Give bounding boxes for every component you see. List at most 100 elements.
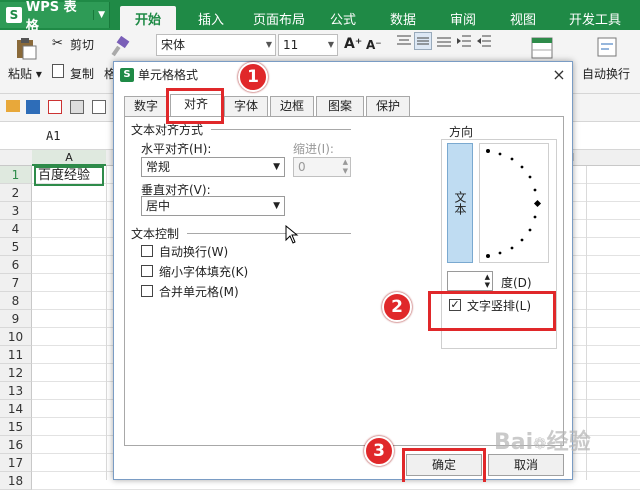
vertical-align-select[interactable]: 居中 ▼ <box>141 196 285 216</box>
tab-data[interactable]: 数据 <box>380 6 426 30</box>
row-header[interactable]: 12 <box>0 364 32 382</box>
row-header[interactable]: 13 <box>0 382 32 400</box>
tab-insert[interactable]: 插入 <box>186 6 236 30</box>
font-name-select[interactable]: 宋体 ▼ <box>156 34 276 56</box>
export-pdf-icon[interactable] <box>48 100 62 114</box>
row-header[interactable]: 14 <box>0 400 32 418</box>
decrease-font-icon[interactable]: A⁻ <box>366 38 382 52</box>
annotation-box-ok-button <box>402 448 486 482</box>
column-header-a[interactable]: A <box>32 150 106 166</box>
tab-protection[interactable]: 保护 <box>366 96 410 116</box>
annotation-box-alignment-tab <box>166 88 224 124</box>
tab-formulas[interactable]: 公式 <box>320 6 366 30</box>
orientation-group-label: 方向 <box>449 125 474 139</box>
horizontal-align-label: 水平对齐(H): <box>141 142 212 156</box>
row-header[interactable]: 11 <box>0 346 32 364</box>
chevron-down-icon: ▼ <box>93 10 109 20</box>
indent-label: 缩进(I): <box>293 142 334 156</box>
degree-label: 度(D) <box>501 276 532 290</box>
chevron-down-icon: ▼ <box>273 201 280 211</box>
row-header[interactable]: 7 <box>0 274 32 292</box>
orientation-dial[interactable] <box>479 143 549 263</box>
spinner-arrows-icon: ▲ ▼ <box>484 273 490 289</box>
annotation-step-3: 3 <box>364 436 394 466</box>
save-icon[interactable] <box>26 100 40 114</box>
cell-a1[interactable]: 百度经验 <box>34 166 104 186</box>
annotation-box-vertical-text <box>428 291 556 331</box>
merge-cells-checkbox[interactable] <box>141 285 153 297</box>
tab-pattern[interactable]: 图案 <box>316 96 364 116</box>
font-size-select[interactable]: 11 ▼ <box>278 34 338 56</box>
increase-font-icon[interactable]: A⁺ <box>344 36 362 52</box>
copy-button[interactable]: 复制 <box>70 65 94 82</box>
merge-center-icon[interactable] <box>530 36 554 60</box>
dialog-title: 单元格格式 <box>114 62 572 88</box>
wrap-text-label[interactable]: 自动换行(W) <box>159 243 228 260</box>
tab-number[interactable]: 数字 <box>124 96 168 116</box>
horizontal-align-select[interactable]: 常规 ▼ <box>141 157 285 177</box>
alignment-panel: 文本对齐方式 水平对齐(H): 常规 ▼ 缩进(I): 0 ▲ ▼ 垂直对齐(V):… <box>124 116 564 446</box>
shrink-to-fit-checkbox[interactable] <box>141 265 153 277</box>
wrap-text-button[interactable]: 自动换行 <box>582 65 630 82</box>
row-header[interactable]: 15 <box>0 418 32 436</box>
row-header[interactable]: 5 <box>0 238 32 256</box>
row-header[interactable]: 8 <box>0 292 32 310</box>
row-header[interactable]: 4 <box>0 220 32 238</box>
tab-view[interactable]: 视图 <box>500 6 546 30</box>
cut-button[interactable]: 剪切 <box>70 36 94 53</box>
row-header[interactable]: 17 <box>0 454 32 472</box>
name-box[interactable]: A1 <box>0 126 110 146</box>
row-header[interactable]: 10 <box>0 328 32 346</box>
tab-home[interactable]: 开始 <box>120 6 176 30</box>
scissors-icon: ✂ <box>52 36 63 51</box>
row-header[interactable]: 1 <box>0 166 32 184</box>
separator <box>187 233 351 234</box>
spinner-arrows-icon: ▲ ▼ <box>342 158 348 175</box>
wps-logo-icon: S <box>120 68 134 82</box>
chevron-down-icon: ▼ <box>265 40 272 49</box>
indent-icon[interactable] <box>456 34 472 48</box>
merge-cells-label[interactable]: 合并单元格(M) <box>159 283 239 300</box>
row-header[interactable]: 18 <box>0 472 32 490</box>
app-name: WPS 表格 <box>25 0 77 34</box>
wps-logo-icon: S <box>6 7 22 23</box>
open-folder-icon[interactable] <box>6 100 20 112</box>
paste-button[interactable]: 粘贴 ▾ <box>8 65 42 82</box>
tab-font[interactable]: 字体 <box>224 96 268 116</box>
chevron-down-icon: ▼ <box>273 162 280 172</box>
close-icon[interactable]: × <box>550 66 568 84</box>
row-header[interactable]: 9 <box>0 310 32 328</box>
wrap-text-icon[interactable] <box>596 36 618 58</box>
outdent-icon[interactable] <box>476 34 492 48</box>
align-middle-icon[interactable] <box>414 32 432 50</box>
text-control-group-label: 文本控制 <box>131 227 180 241</box>
row-header[interactable]: 16 <box>0 436 32 454</box>
app-menu-button[interactable]: S WPS 表格 ▼ <box>0 0 110 34</box>
align-bottom-icon[interactable] <box>436 34 452 48</box>
shrink-to-fit-label[interactable]: 缩小字体填充(K) <box>159 263 248 280</box>
vertical-text-orientation-button[interactable]: 文本 <box>447 143 473 263</box>
annotation-step-1: 1 <box>238 62 268 92</box>
separator <box>211 129 351 130</box>
format-painter-icon[interactable] <box>110 35 132 58</box>
tab-page-layout[interactable]: 页面布局 <box>246 6 312 30</box>
wrap-text-checkbox[interactable] <box>141 245 153 257</box>
degree-spinner[interactable]: ▲ ▼ <box>447 271 493 291</box>
print-icon[interactable] <box>70 100 84 114</box>
row-header[interactable]: 6 <box>0 256 32 274</box>
mouse-cursor-icon <box>285 224 301 245</box>
paste-icon[interactable] <box>14 36 38 60</box>
chevron-down-icon: ▼ <box>327 40 334 49</box>
tab-review[interactable]: 审阅 <box>440 6 486 30</box>
print-preview-icon[interactable] <box>92 100 106 114</box>
grid-line <box>106 166 107 480</box>
align-top-icon[interactable] <box>396 34 412 48</box>
row-header[interactable]: 2 <box>0 184 32 202</box>
row-header[interactable]: 3 <box>0 202 32 220</box>
cancel-button[interactable]: 取消 <box>488 454 564 476</box>
watermark: Bai❁经验 <box>494 430 591 455</box>
tab-border[interactable]: 边框 <box>270 96 314 116</box>
indent-spinner: 0 ▲ ▼ <box>293 157 351 177</box>
tab-developer[interactable]: 开发工具 <box>560 6 630 30</box>
copy-icon <box>52 64 64 78</box>
